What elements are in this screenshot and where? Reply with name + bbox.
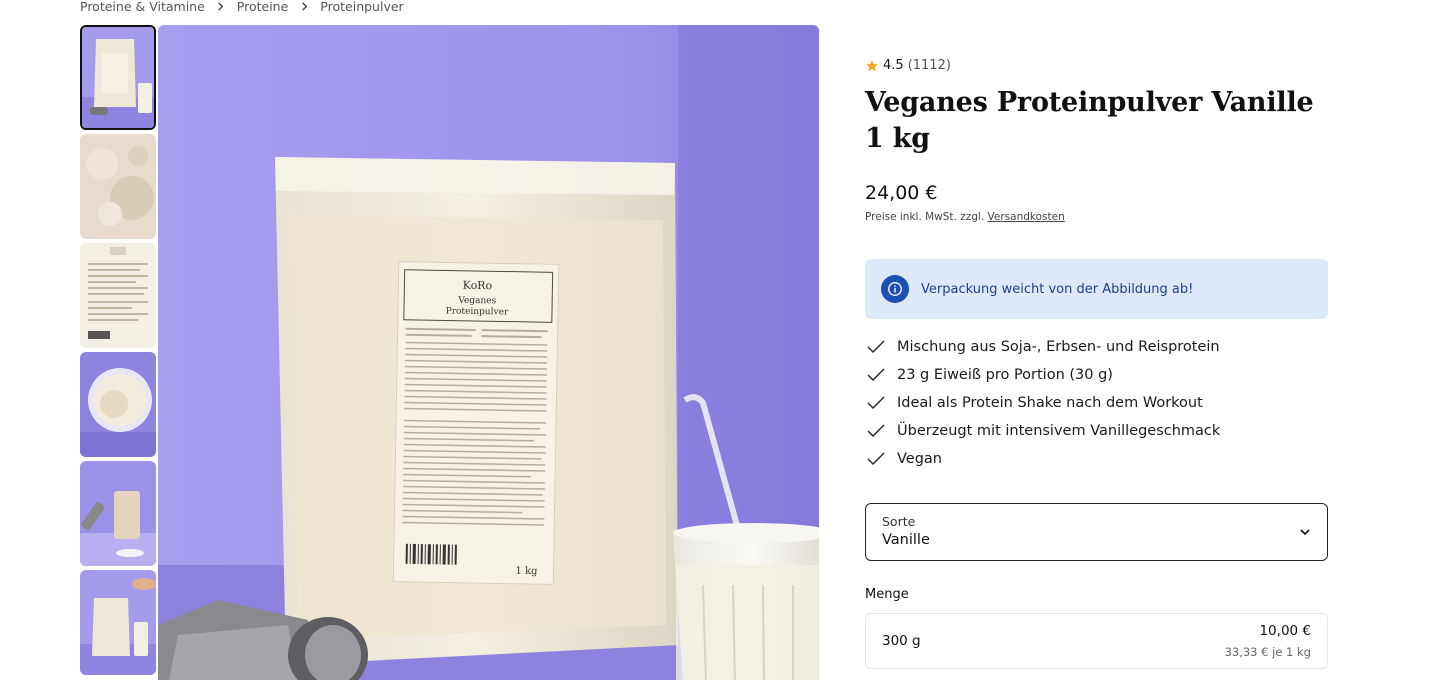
- shipping-costs-link[interactable]: Versandkosten: [988, 211, 1065, 223]
- star-icon: [866, 59, 878, 71]
- quantity-label: Menge: [865, 587, 909, 602]
- review-count: (1112): [907, 58, 951, 73]
- feature-list: Mischung aus Soja-, Erbsen- und Reisprot…: [865, 333, 1328, 473]
- feature-text: Ideal als Protein Shake nach dem Workout: [897, 395, 1203, 411]
- feature-item: Mischung aus Soja-, Erbsen- und Reisprot…: [865, 333, 1328, 361]
- main-product-image[interactable]: KoRo Veganes Proteinpulver 1 kg: [158, 25, 819, 680]
- thumbnail-shake-dumbbell[interactable]: [80, 461, 156, 566]
- quantity-price: 10,00 €: [1259, 623, 1311, 639]
- rating-score: 4.5: [883, 58, 904, 73]
- price-note: Preise inkl. MwSt. zzgl. Versandkosten: [865, 211, 1065, 223]
- feature-item: Überzeugt mit intensivem Vanillegeschmac…: [865, 417, 1328, 445]
- variant-value: Vanille: [882, 532, 930, 548]
- checkmark-icon: [867, 424, 885, 437]
- thumbnail-powder-closeup[interactable]: [80, 134, 156, 239]
- checkmark-icon: [867, 396, 885, 409]
- thumbnail-nutrition-label[interactable]: [80, 243, 156, 348]
- package-name-line1: Veganes: [457, 296, 496, 307]
- thumbnail-bowl-topview[interactable]: [80, 352, 156, 457]
- chevron-right-icon: [288, 1, 320, 11]
- chevron-down-icon: [1300, 529, 1310, 536]
- thumbnail-product-front[interactable]: [80, 25, 156, 130]
- breadcrumb-item-proteinpulver[interactable]: Proteinpulver: [320, 0, 403, 14]
- price-note-text: Preise inkl. MwSt. zzgl.: [865, 211, 985, 223]
- variant-label: Sorte: [882, 514, 916, 529]
- checkmark-icon: [867, 340, 885, 353]
- quantity-option[interactable]: 300 g 10,00 € 33,33 € je 1 kg: [865, 613, 1328, 669]
- thumbnail-scoop-pour[interactable]: [80, 570, 156, 675]
- feature-text: Vegan: [897, 451, 942, 467]
- feature-item: Vegan: [865, 445, 1328, 473]
- quantity-unit-price: 33,33 € je 1 kg: [1224, 645, 1311, 659]
- feature-text: Mischung aus Soja-, Erbsen- und Reisprot…: [897, 339, 1220, 355]
- notice-text: Verpackung weicht von der Abbildung ab!: [921, 281, 1194, 297]
- info-icon: [881, 275, 909, 303]
- chevron-right-icon: [205, 1, 237, 11]
- feature-item: Ideal als Protein Shake nach dem Workout: [865, 389, 1328, 417]
- quantity-size: 300 g: [882, 633, 921, 649]
- checkmark-icon: [867, 368, 885, 381]
- product-title: Veganes Proteinpulver Vanille 1 kg: [865, 87, 1314, 154]
- packaging-notice: Verpackung weicht von der Abbildung ab!: [865, 259, 1328, 319]
- product-rating[interactable]: 4.5 (1112): [865, 58, 951, 73]
- checkmark-icon: [867, 452, 885, 465]
- breadcrumb: Proteine & Vitamine Proteine Proteinpulv…: [80, 0, 404, 14]
- breadcrumb-item-proteine[interactable]: Proteine: [237, 0, 289, 14]
- package-brand: KoRo: [463, 279, 493, 293]
- package-name-line2: Proteinpulver: [446, 306, 509, 317]
- feature-text: Überzeugt mit intensivem Vanillegeschmac…: [897, 423, 1221, 439]
- feature-text: 23 g Eiweiß pro Portion (30 g): [897, 367, 1113, 383]
- breadcrumb-item-proteine-vitamine[interactable]: Proteine & Vitamine: [80, 0, 205, 14]
- variant-select[interactable]: Sorte Vanille: [865, 503, 1328, 561]
- feature-item: 23 g Eiweiß pro Portion (30 g): [865, 361, 1328, 389]
- product-price: 24,00 €: [865, 182, 938, 204]
- package-weight: 1 kg: [515, 566, 538, 577]
